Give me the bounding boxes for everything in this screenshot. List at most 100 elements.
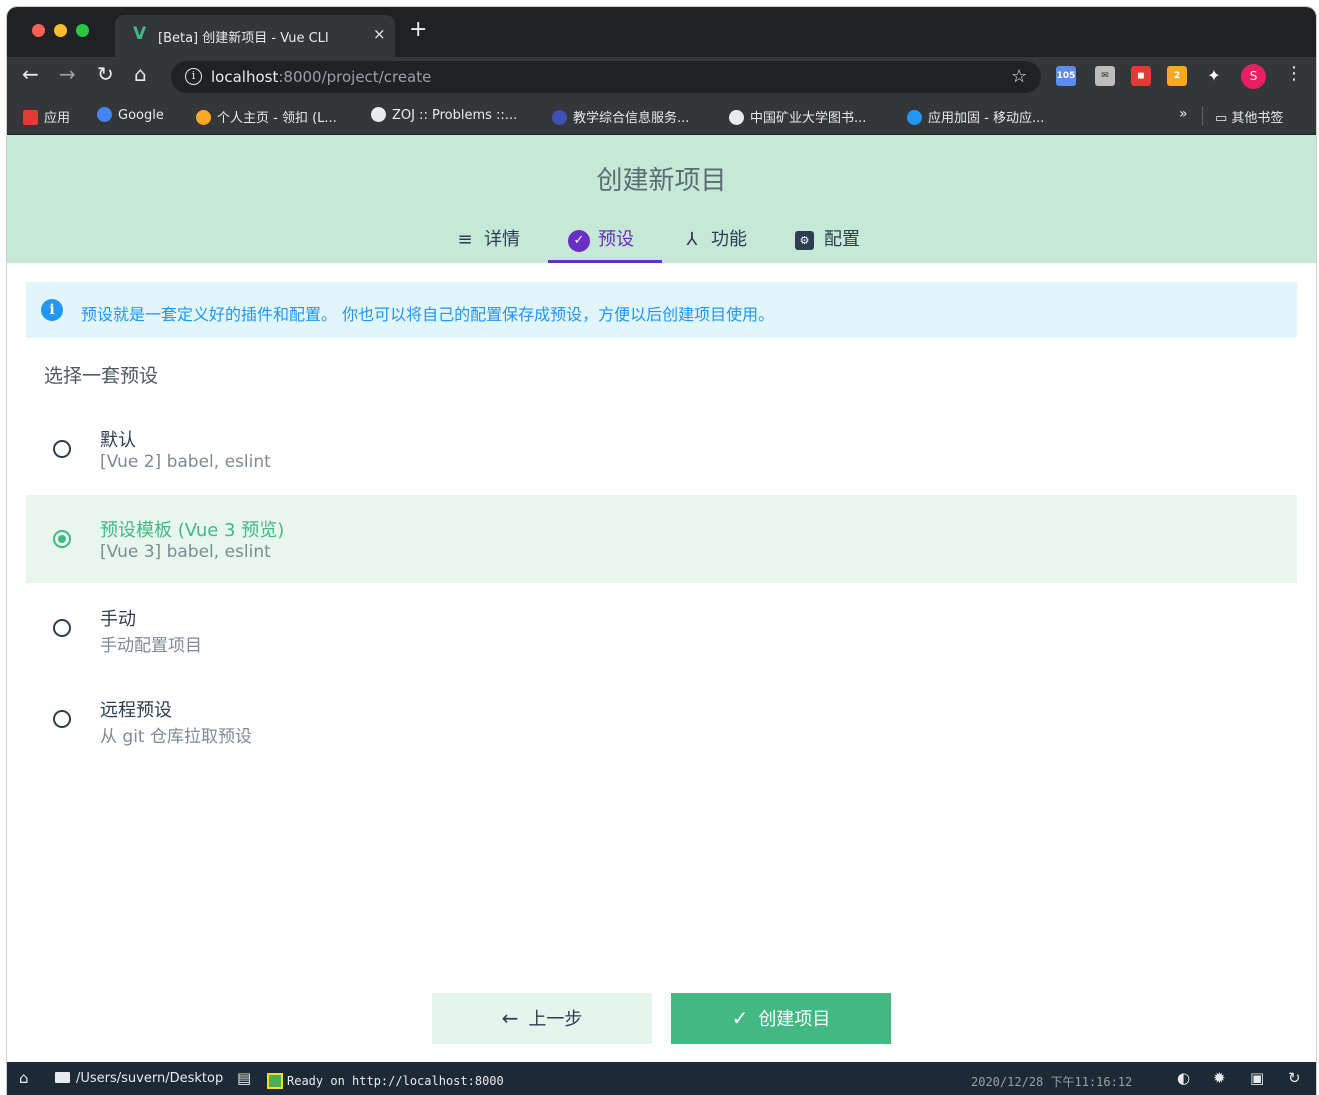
- timestamp: 2020/12/28 下午11:16:12: [971, 1075, 1133, 1089]
- bookmark-apps[interactable]: 应用: [23, 107, 70, 126]
- browser-window: V [Beta] 创建新项目 - Vue CLI × + ← → ↻ ⌂ i l…: [7, 7, 1316, 1095]
- arrow-left-icon: ←: [501, 1006, 519, 1030]
- close-window-button[interactable]: [32, 24, 45, 37]
- site-info-icon[interactable]: i: [185, 68, 202, 85]
- tab-strip: V [Beta] 创建新项目 - Vue CLI × +: [7, 7, 1316, 57]
- bookmarks-divider: [1202, 107, 1203, 125]
- preset-name: 手动: [100, 609, 136, 630]
- cloud-icon: [907, 110, 922, 125]
- radio-button[interactable]: [53, 710, 71, 728]
- bookmarks-bar: 应用 Google 个人主页 - 领扣 (L... ZOJ :: Problem…: [7, 97, 1316, 135]
- tab-label: 详情: [484, 229, 520, 250]
- google-icon: [97, 107, 112, 122]
- bookmark-app-harden[interactable]: 应用加固 - 移动应...: [907, 107, 1044, 126]
- leetcode-icon: [196, 110, 211, 125]
- folder-path: /Users/suvern/Desktop: [76, 1071, 224, 1086]
- school-icon: [552, 110, 567, 125]
- preset-manual[interactable]: 手动 手动配置项目: [26, 584, 1297, 672]
- minimize-window-button[interactable]: [54, 24, 67, 37]
- bookmark-leetcode[interactable]: 个人主页 - 领扣 (L...: [196, 107, 337, 126]
- extension-red-icon[interactable]: ◼: [1131, 66, 1151, 86]
- forward-arrow-icon[interactable]: →: [59, 64, 76, 84]
- bookmark-library[interactable]: 中国矿业大学图书...: [729, 107, 866, 126]
- browser-menu-icon[interactable]: ⋮: [1285, 63, 1303, 84]
- tab-config[interactable]: ⚙ 配置: [795, 225, 860, 273]
- details-icon: ≡: [457, 229, 473, 250]
- bookmark-jwxt[interactable]: 教学综合信息服务...: [552, 107, 689, 126]
- vue-favicon-icon: V: [133, 24, 147, 44]
- extension-calendar-icon[interactable]: 105: [1056, 66, 1076, 86]
- check-circle-icon: ✓: [568, 230, 590, 252]
- bookmark-google[interactable]: Google: [97, 107, 164, 123]
- current-folder[interactable]: /Users/suvern/Desktop: [55, 1071, 223, 1086]
- preset-vue3-template[interactable]: 预设模板 (Vue 3 预览) [Vue 3] babel, eslint: [26, 495, 1297, 583]
- extension-mail-icon[interactable]: ✉: [1095, 66, 1115, 86]
- maximize-window-button[interactable]: [76, 24, 89, 37]
- create-project-button[interactable]: ✓ 创建项目: [671, 993, 891, 1044]
- bookmark-star-icon[interactable]: ☆: [1011, 66, 1027, 87]
- button-label: 上一步: [528, 1009, 583, 1030]
- tab-presets[interactable]: ✓ 预设: [548, 225, 662, 273]
- globe-icon: [729, 110, 744, 125]
- browser-tab[interactable]: V [Beta] 创建新项目 - Vue CLI ×: [115, 15, 395, 57]
- more-bookmarks-icon[interactable]: »: [1179, 106, 1188, 122]
- tab-features[interactable]: ⅄ 功能: [681, 225, 748, 273]
- radio-button[interactable]: [53, 440, 71, 458]
- page-title: 创建新项目: [596, 166, 727, 196]
- extension-rss-icon[interactable]: 2: [1167, 66, 1187, 86]
- reload-icon[interactable]: ↻: [97, 64, 114, 84]
- status-log[interactable]: Ready on http://localhost:8000: [267, 1073, 504, 1089]
- log-text: Ready on http://localhost:8000: [287, 1074, 504, 1088]
- home-icon[interactable]: ⌂: [19, 1069, 29, 1087]
- log-icon: [267, 1073, 283, 1089]
- preset-remote[interactable]: 远程预设 从 git 仓库拉取预设: [26, 675, 1297, 763]
- bookmark-zoj[interactable]: ZOJ :: Problems ::...: [371, 107, 517, 123]
- preset-default[interactable]: 默认 [Vue 2] babel, eslint: [26, 405, 1297, 493]
- preset-description: 手动配置项目: [100, 636, 202, 656]
- address-bar[interactable]: i localhost:8000/project/create ☆: [171, 61, 1041, 93]
- previous-step-button[interactable]: ← 上一步: [432, 993, 652, 1044]
- tab-title: [Beta] 创建新项目 - Vue CLI: [158, 31, 329, 46]
- translate-icon[interactable]: ▣: [1250, 1069, 1264, 1087]
- button-label: 创建项目: [758, 1009, 831, 1030]
- preset-description: [Vue 2] babel, eslint: [100, 452, 271, 472]
- tab-label: 配置: [824, 229, 860, 250]
- profile-avatar[interactable]: S: [1241, 64, 1266, 89]
- refresh-icon[interactable]: ↻: [1288, 1069, 1301, 1087]
- other-bookmarks[interactable]: ▭ 其他书签: [1215, 107, 1283, 126]
- fork-icon: ⅄: [686, 229, 698, 250]
- tab-label: 功能: [711, 229, 747, 250]
- bug-icon[interactable]: ✹: [1213, 1069, 1226, 1087]
- tab-details[interactable]: ≡ 详情: [454, 225, 520, 273]
- close-tab-icon[interactable]: ×: [373, 25, 386, 43]
- tab-label: 预设: [598, 229, 634, 250]
- preset-name: 预设模板 (Vue 3 预览): [100, 520, 285, 541]
- apps-grid-icon: [23, 110, 38, 125]
- status-bar: ⌂ /Users/suvern/Desktop ▤ Ready on http:…: [7, 1062, 1316, 1095]
- info-banner-text: 预设就是一套定义好的插件和配置。 你也可以将自己的配置保存成预设，方便以后创建项…: [81, 305, 775, 324]
- step-tabs: ≡ 详情 ✓ 预设 ⅄ 功能 ⚙ 配置: [7, 215, 1316, 263]
- preset-name: 默认: [100, 430, 136, 451]
- info-banner: i 预设就是一套定义好的插件和配置。 你也可以将自己的配置保存成预设，方便以后创…: [26, 282, 1297, 338]
- browser-toolbar: ← → ↻ ⌂ i localhost:8000/project/create …: [7, 57, 1316, 97]
- extensions-puzzle-icon[interactable]: ✦: [1204, 66, 1224, 86]
- page-header: 创建新项目 ≡ 详情 ✓ 预设 ⅄ 功能 ⚙ 配置: [7, 135, 1316, 263]
- dark-mode-icon[interactable]: ◐: [1177, 1069, 1190, 1087]
- radio-dot: [58, 535, 66, 543]
- active-tab-indicator: [548, 260, 662, 263]
- folder-icon: ▭: [1215, 111, 1232, 126]
- info-icon: i: [41, 299, 63, 321]
- radio-button-selected[interactable]: [53, 530, 71, 548]
- globe-icon: [371, 107, 386, 122]
- section-title: 选择一套预设: [44, 365, 159, 387]
- radio-button[interactable]: [53, 619, 71, 637]
- console-icon[interactable]: ▤: [237, 1069, 251, 1087]
- preset-description: 从 git 仓库拉取预设: [100, 727, 252, 747]
- new-tab-button[interactable]: +: [409, 19, 427, 41]
- preset-name: 远程预设: [100, 700, 172, 721]
- checkmark-icon: ✓: [731, 1006, 749, 1030]
- preset-description: [Vue 3] babel, eslint: [100, 542, 271, 562]
- home-icon[interactable]: ⌂: [134, 64, 147, 84]
- url-text: localhost:8000/project/create: [211, 68, 432, 86]
- back-arrow-icon[interactable]: ←: [22, 64, 39, 84]
